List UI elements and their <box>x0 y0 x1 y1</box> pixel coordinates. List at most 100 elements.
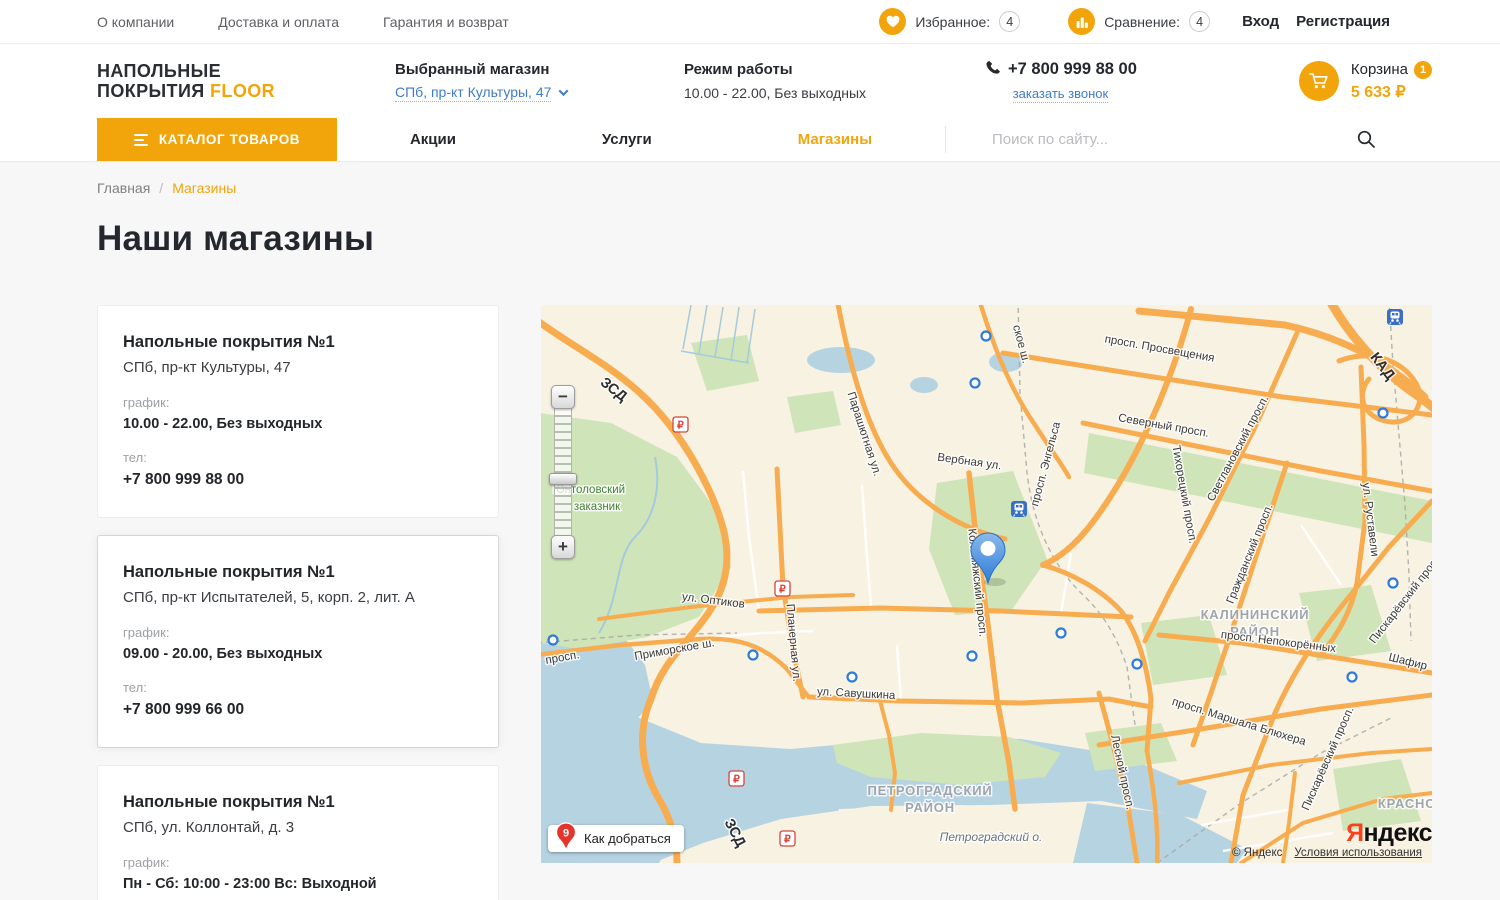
svg-text:КРАСНО: КРАСНО <box>1378 796 1432 811</box>
bar-chart-icon <box>1068 8 1095 35</box>
store-card-2[interactable]: Напольные покрытия №1 СПб, пр-кт Испытат… <box>97 535 499 748</box>
schedule-label: график: <box>123 855 473 870</box>
svg-text:просп. Просвещения: просп. Просвещения <box>1104 333 1216 364</box>
compare-label: Сравнение: <box>1104 14 1180 30</box>
map-terms-link[interactable]: Условия использования <box>1294 847 1422 859</box>
store-address: СПб, пр-кт Испытателей, 5, корп. 2, лит.… <box>123 588 473 607</box>
chevron-down-icon <box>559 86 569 96</box>
map-canvas: ₽ ₽ ₽ ₽ ЗСД ЗСД Юнтоловский за <box>541 305 1432 863</box>
site-search <box>945 126 1403 153</box>
svg-text:ПЕТРОГРАДСКИЙ: ПЕТРОГРАДСКИЙ <box>867 783 992 798</box>
selected-store-label: Выбранный магазин <box>395 61 625 78</box>
catalog-button-label: КАТАЛОГ ТОВАРОВ <box>159 132 300 147</box>
nav-item-services[interactable]: Услуги <box>602 131 652 148</box>
compare-counter[interactable]: Сравнение: 4 <box>1068 8 1210 35</box>
svg-text:₽: ₽ <box>733 774 740 786</box>
svg-text:9: 9 <box>563 828 569 840</box>
svg-text:Вербная ул.: Вербная ул. <box>937 452 1003 473</box>
svg-text:РАЙОН: РАЙОН <box>905 800 955 815</box>
directions-button-label: Как добраться <box>584 831 671 846</box>
logo-line2: ПОКРЫТИЯ <box>97 81 205 101</box>
heart-icon <box>879 8 906 35</box>
svg-text:Петроградский о.: Петроградский о. <box>940 830 1043 844</box>
svg-text:₽: ₽ <box>784 834 791 846</box>
breadcrumb-current: Магазины <box>172 180 236 196</box>
register-link[interactable]: Регистрация <box>1296 13 1390 30</box>
header: НАПОЛЬНЫЕ ПОКРЫТИЯ FLOOR Выбранный магаз… <box>0 44 1500 118</box>
svg-text:Гражданский просп.: Гражданский просп. <box>1225 502 1276 605</box>
schedule-value: 10.00 - 22.00, Без выходных <box>123 416 473 432</box>
svg-text:заказник: заказник <box>574 501 621 513</box>
hours-label: Режим работы <box>684 61 879 78</box>
store-list: Напольные покрытия №1 СПб, пр-кт Культур… <box>97 305 499 900</box>
zoom-out-button[interactable]: − <box>551 385 575 409</box>
svg-text:просп. Маршала Блюхера: просп. Маршала Блюхера <box>1171 696 1308 748</box>
logo-accent: FLOOR <box>210 81 275 101</box>
store-name: Напольные покрытия №1 <box>123 792 473 812</box>
store-card-3[interactable]: Напольные покрытия №1 СПб, ул. Коллонтай… <box>97 765 499 900</box>
svg-text:₽: ₽ <box>677 420 684 432</box>
cart-icon <box>1299 61 1339 101</box>
favorites-label: Избранное: <box>915 14 990 30</box>
hours-value: 10.00 - 22.00, Без выходных <box>684 85 879 101</box>
favorites-counter[interactable]: Избранное: 4 <box>879 8 1020 35</box>
favorites-count-badge: 4 <box>999 11 1020 32</box>
link-warranty[interactable]: Гарантия и возврат <box>383 14 509 30</box>
schedule-value: Пн - Сб: 10:00 - 23:00 Вс: Выходной <box>123 876 473 892</box>
cart-count-badge: 1 <box>1414 61 1432 79</box>
page-title: Наши магазины <box>97 219 1432 259</box>
logo[interactable]: НАПОЛЬНЫЕ ПОКРЫТИЯ FLOOR <box>97 61 337 101</box>
breadcrumb-separator: / <box>159 180 163 196</box>
logo-line1: НАПОЛЬНЫЕ <box>97 61 221 81</box>
hamburger-icon <box>134 134 148 146</box>
schedule-label: график: <box>123 625 473 640</box>
yandex-pin-icon: 9 <box>555 822 577 855</box>
phone-number[interactable]: +7 800 999 88 00 <box>1008 60 1137 79</box>
zoom-ruler[interactable] <box>554 406 572 538</box>
main-nav: КАТАЛОГ ТОВАРОВ Акции Услуги Магазины <box>0 118 1500 162</box>
schedule-value: 09.00 - 20.00, Без выходных <box>123 646 473 662</box>
phone-label: тел: <box>123 450 473 465</box>
topbar-links: О компании Доставка и оплата Гарантия и … <box>97 14 509 30</box>
rail-station-icon <box>1011 501 1027 517</box>
phone-label: тел: <box>123 680 473 695</box>
nav-item-stores[interactable]: Магазины <box>798 131 872 148</box>
store-card-1[interactable]: Напольные покрытия №1 СПб, пр-кт Культур… <box>97 305 499 518</box>
nav-item-promos[interactable]: Акции <box>410 131 456 148</box>
store-address: СПб, ул. Коллонтай, д. 3 <box>123 818 473 837</box>
selected-store-select[interactable]: СПб, пр-кт Культуры, 47 <box>395 84 625 102</box>
link-delivery[interactable]: Доставка и оплата <box>218 14 339 30</box>
login-link[interactable]: Вход <box>1242 13 1279 30</box>
store-phone: +7 800 999 88 00 <box>123 471 473 489</box>
link-about[interactable]: О компании <box>97 14 174 30</box>
compare-count-badge: 4 <box>1189 11 1210 32</box>
svg-text:просп. Энгельса: просп. Энгельса <box>1029 420 1063 508</box>
selected-store-value[interactable]: СПб, пр-кт Культуры, 47 <box>395 84 551 102</box>
callback-link[interactable]: заказать звонок <box>1013 86 1109 103</box>
store-name: Напольные покрытия №1 <box>123 332 473 352</box>
yandex-map[interactable]: ₽ ₽ ₽ ₽ ЗСД ЗСД Юнтоловский за <box>541 305 1432 863</box>
rail-station-icon <box>1387 309 1403 325</box>
search-input[interactable] <box>992 131 1292 148</box>
cart[interactable]: Корзина 1 5 633 ₽ <box>1299 61 1432 102</box>
svg-text:Северный просп.: Северный просп. <box>1117 412 1210 440</box>
svg-text:КАЛИНИНСКИЙ: КАЛИНИНСКИЙ <box>1201 607 1310 622</box>
yandex-logo: Яндекс <box>1346 819 1432 848</box>
store-phone: +7 800 999 66 00 <box>123 701 473 719</box>
map-zoom-control: − + <box>551 385 575 559</box>
store-name: Напольные покрытия №1 <box>123 562 473 582</box>
catalog-button[interactable]: КАТАЛОГ ТОВАРОВ <box>97 118 337 161</box>
breadcrumb-home[interactable]: Главная <box>97 180 150 196</box>
svg-text:₽: ₽ <box>779 584 786 596</box>
directions-button[interactable]: 9 Как добраться <box>548 825 684 852</box>
search-icon[interactable] <box>1357 130 1376 154</box>
schedule-label: график: <box>123 395 473 410</box>
topbar: О компании Доставка и оплата Гарантия и … <box>0 0 1500 44</box>
map-copyright: © Яндекс <box>1232 847 1282 859</box>
breadcrumb: Главная / Магазины <box>97 180 1432 196</box>
phone-icon <box>984 59 1000 80</box>
cart-label: Корзина <box>1351 61 1408 78</box>
zoom-in-button[interactable]: + <box>551 535 575 559</box>
store-address: СПб, пр-кт Культуры, 47 <box>123 358 473 377</box>
zoom-slider-handle[interactable] <box>549 473 577 485</box>
